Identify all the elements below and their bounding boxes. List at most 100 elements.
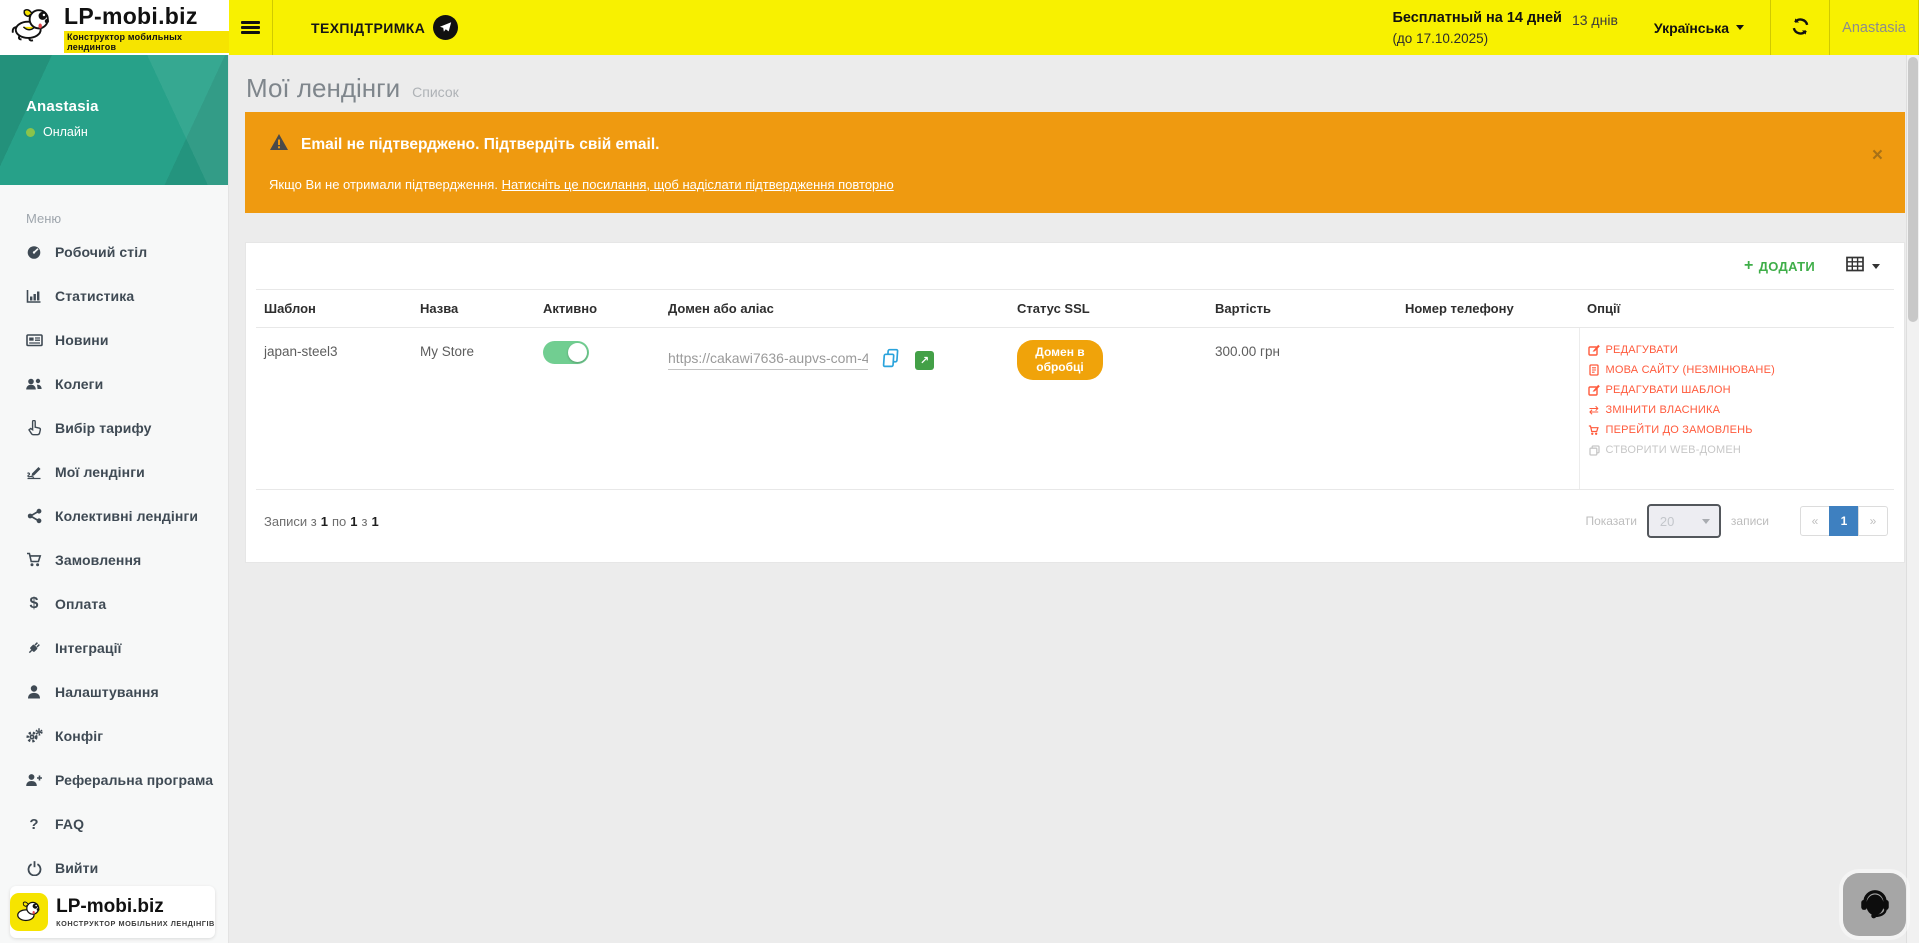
table-row: japan-steel3 My Store ↗ [256,328,1894,490]
active-toggle[interactable] [543,341,589,364]
language-label: Українська [1654,20,1729,36]
option-change-owner-link[interactable]: ⇄ ЗМІНИТИ ВЛАСНИКА [1588,404,1889,416]
prev-page-button[interactable]: « [1800,506,1830,536]
bar-chart-icon [24,288,44,304]
option-edit-template-link[interactable]: РЕДАГУВАТИ ШАБЛОН [1588,384,1889,396]
show-label: Показати [1585,514,1636,528]
chevron-down-icon [1702,519,1710,524]
language-file-icon [1588,364,1601,376]
sidebar-item-faq[interactable]: ? FAQ [0,802,228,846]
edit-icon [1588,384,1601,396]
page-title: Мої лендінги [246,73,400,104]
breadcrumb: Список [412,84,459,100]
cart-icon [24,552,44,568]
col-header-ssl[interactable]: Статус SSL [1009,290,1207,328]
col-header-options: Опції [1579,290,1894,328]
cell-template: japan-steel3 [256,328,412,490]
page-1-button[interactable]: 1 [1829,506,1859,536]
table-header-row: Шаблон Назва Активно Домен або аліас Ста… [256,290,1894,328]
gears-icon [24,728,44,744]
option-edit-link[interactable]: РЕДАГУВАТИ [1588,344,1889,356]
col-header-domain[interactable]: Домен або аліас [660,290,1009,328]
pagination: « 1 » [1801,506,1888,536]
support-label: ТЕХПІДТРИМКА [311,20,425,36]
header-yellow-bar: ТЕХПІДТРИМКА Бесплатный на 14 дней (до 1… [229,0,1919,55]
domain-input[interactable] [668,350,868,370]
question-icon: ? [24,816,44,833]
plus-icon: + [1744,257,1754,275]
signature-icon [24,464,44,480]
sidebar-item-payment[interactable]: $ Оплата [0,582,228,626]
option-create-web-domain-link[interactable]: СТВОРИТИ WEB-ДОМЕН [1588,444,1889,456]
refresh-button[interactable] [1771,0,1829,55]
sidebar-item-config[interactable]: Конфіг [0,714,228,758]
top-bar: LP-mobi.biz Конструктор мобильных лендин… [0,0,1919,55]
sidebar-item-tariff[interactable]: Вибір тарифу [0,406,228,450]
dog-mascot-icon [10,7,56,48]
col-header-phone[interactable]: Номер телефону [1397,290,1579,328]
cell-name: My Store [412,328,535,490]
dollar-icon: $ [24,595,44,613]
sidebar-toggle-button[interactable] [229,0,273,55]
page-size-select[interactable]: 20 [1647,504,1721,538]
cell-active [535,328,660,490]
records-label: записи [1731,514,1769,528]
sidebar-user-panel: Anastasia Онлайн [0,55,228,185]
add-landing-button[interactable]: + ДОДАТИ [1744,257,1815,275]
sidebar-item-colleagues[interactable]: Колеги [0,362,228,406]
support-chat-button[interactable] [1843,873,1906,936]
option-site-language-link[interactable]: МОВА САЙТУ (НЕЗМІНЮВАНЕ) [1588,364,1889,376]
option-go-to-orders-link[interactable]: ПЕРЕЙТИ ДО ЗАМОВЛЕНЬ [1588,424,1889,436]
close-icon[interactable]: × [1872,146,1883,165]
cart-icon [1588,425,1601,436]
refresh-icon [1791,17,1810,39]
column-settings-button[interactable] [1845,255,1880,278]
sidebar-item-logout[interactable]: Вийти [0,846,228,890]
landings-table: Шаблон Назва Активно Домен або аліас Ста… [256,289,1894,490]
col-header-template[interactable]: Шаблон [256,290,412,328]
user-icon [24,684,44,700]
copy-icon[interactable] [881,348,902,372]
sidebar-item-statistics[interactable]: Статистика [0,274,228,318]
email-warning-banner: Email не підтверджено. Підтвердіть свій … [245,112,1905,213]
trial-plan: Бесплатный на 14 дней [1392,8,1562,29]
col-header-active[interactable]: Активно [535,290,660,328]
sidebar-item-orders[interactable]: Замовлення [0,538,228,582]
sidebar-item-collective-landings[interactable]: Колективні лендінги [0,494,228,538]
sidebar-item-integrations[interactable]: Інтеграції [0,626,228,670]
sidebar-item-my-landings[interactable]: Мої лендінги [0,450,228,494]
plug-icon [24,640,44,656]
page-scrollbar[interactable] [1906,55,1919,943]
next-page-button[interactable]: » [1858,506,1888,536]
power-icon [24,860,44,876]
open-site-button[interactable]: ↗ [915,351,934,370]
cell-domain: ↗ [660,328,1009,490]
sidebar-item-dashboard[interactable]: Робочий стіл [0,230,228,274]
sidebar-item-news[interactable]: Новини [0,318,228,362]
sidebar-footer-logo[interactable]: LP-mobi.biz КОНСТРУКТОР МОБІЛЬНИХ ЛЕНДІН… [10,886,215,938]
scrollbar-thumb[interactable] [1908,57,1918,322]
sidebar: Anastasia Онлайн Меню Робочий стіл Стати… [0,55,229,943]
cell-ssl-status: Домен в обробці [1009,328,1207,490]
chevron-down-icon [1872,264,1880,269]
sidebar-item-referral[interactable]: Реферальна програма [0,758,228,802]
resend-confirmation-link[interactable]: Натисніть це посилання, щоб надіслати пі… [502,177,894,192]
app-logo[interactable]: LP-mobi.biz Конструктор мобильных лендин… [0,0,229,55]
header-username[interactable]: Anastasia [1830,20,1918,36]
clone-icon [1588,445,1601,456]
online-status-label: Онлайн [43,125,88,139]
records-summary: Записи з1по1з1 [264,514,379,529]
cell-price: 300.00 грн [1207,328,1397,490]
col-header-price[interactable]: Вартість [1207,290,1397,328]
sidebar-username: Anastasia [26,98,228,115]
grid-icon [1845,255,1865,278]
sidebar-item-settings[interactable]: Налаштування [0,670,228,714]
col-header-name[interactable]: Назва [412,290,535,328]
dog-mascot-icon [10,893,48,931]
language-selector[interactable]: Українська [1654,20,1744,36]
cell-phone [1397,328,1579,490]
support-link[interactable]: ТЕХПІДТРИМКА [311,15,458,40]
users-icon [24,376,44,392]
share-icon [24,508,44,524]
telegram-icon [433,15,458,40]
